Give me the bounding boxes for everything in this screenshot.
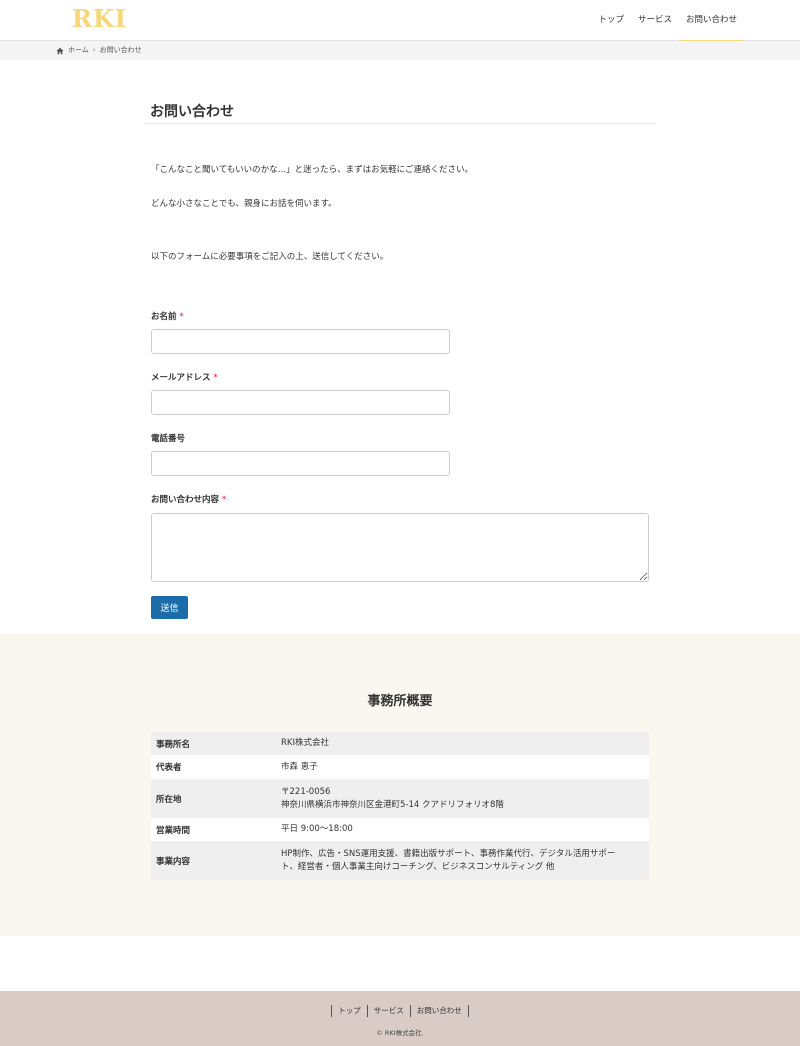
nav-item-top[interactable]: トップ (591, 0, 631, 41)
row-value: 〒221-0056 神奈川県横浜市神奈川区金港町5-14 クアドリフォリオ8階 (281, 786, 504, 810)
breadcrumb-home[interactable]: ホーム (68, 41, 89, 60)
footer-link-contact[interactable]: お問い合わせ (409, 1005, 469, 1017)
row-value: HP制作、広告・SNS運用支援、書籍出版サポート、事務作業代行、デジタル活用サポ… (281, 848, 616, 872)
site-footer: トップ サービス お問い合わせ © RKI株式会社. (0, 991, 800, 1046)
row-value: RKI株式会社 (281, 738, 329, 748)
footer-link-top[interactable]: トップ (331, 1005, 367, 1017)
table-row: 営業時間 平日 9:00〜18:00 (151, 818, 649, 841)
row-label: 事務所名 (156, 739, 191, 750)
row-value: 市森 恵子 (281, 761, 318, 772)
company-info-table: 事務所名 RKI株式会社 代表者 市森 恵子 所在地 〒221-0056 神奈川県… (151, 732, 649, 880)
table-row: 所在地 〒221-0056 神奈川県横浜市神奈川区金港町5-14 クアドリフォリオ… (151, 779, 649, 818)
chevron-right-icon: › (92, 46, 96, 54)
site-logo[interactable]: RKI (72, 4, 127, 33)
title-divider (144, 123, 656, 124)
copyright: © RKI株式会社. (376, 1029, 424, 1037)
table-row: 事務所名 RKI株式会社 (151, 732, 649, 755)
nav-item-contact[interactable]: お問い合わせ (678, 0, 745, 42)
footer-link-services[interactable]: サービス (366, 1005, 410, 1017)
intro-paragraph-3: 以下のフォームに必要事項をご記入の上、送信してください。 (151, 252, 389, 262)
table-row: 代表者 市森 恵子 (151, 755, 649, 779)
footer-nav: トップ サービス お問い合わせ (0, 1005, 800, 1017)
row-label: 営業時間 (156, 825, 191, 836)
company-overview-section: 事務所概要 事務所名 RKI株式会社 代表者 市森 恵子 所在地 〒221-00… (0, 634, 800, 936)
table-row: 事業内容 HP制作、広告・SNS運用支援、書籍出版サポート、事務作業代行、デジタ… (151, 841, 649, 880)
nav-item-services[interactable]: サービス (631, 0, 679, 41)
intro-paragraph-2: どんな小さなことでも、親身にお話を伺います。 (151, 199, 337, 209)
required-mark: * (179, 312, 184, 322)
breadcrumb-bar: ホーム › お問い合わせ (0, 41, 800, 60)
submit-button[interactable]: 送信 (151, 596, 188, 619)
main-nav: トップ サービス お問い合わせ (591, 0, 745, 42)
email-label: メールアドレス * (151, 373, 218, 383)
name-label: お名前 * (151, 312, 184, 322)
required-mark: * (222, 495, 227, 505)
email-input[interactable] (151, 390, 450, 415)
company-overview-title: 事務所概要 (367, 694, 433, 709)
home-icon (56, 47, 64, 54)
required-mark: * (213, 373, 218, 383)
row-label: 代表者 (156, 763, 182, 773)
intro-paragraph-1: 「こんなこと聞いてもいいのかな…」と迷ったら、まずはお気軽にご連絡ください。 (151, 165, 473, 175)
name-input[interactable] (151, 329, 450, 354)
breadcrumb-current: お問い合わせ (99, 46, 142, 54)
message-textarea[interactable] (151, 513, 649, 582)
message-label: お問い合わせ内容 * (151, 495, 227, 505)
row-value: 平日 9:00〜18:00 (281, 824, 353, 834)
phone-label: 電話番号 (151, 434, 186, 444)
site-header: RKI トップ サービス お問い合わせ (0, 0, 800, 42)
row-label: 所在地 (156, 794, 182, 805)
phone-input[interactable] (151, 451, 450, 476)
breadcrumb: ホーム › お問い合わせ (56, 41, 142, 60)
row-label: 事業内容 (156, 856, 191, 867)
page-title: お問い合わせ (150, 104, 234, 120)
